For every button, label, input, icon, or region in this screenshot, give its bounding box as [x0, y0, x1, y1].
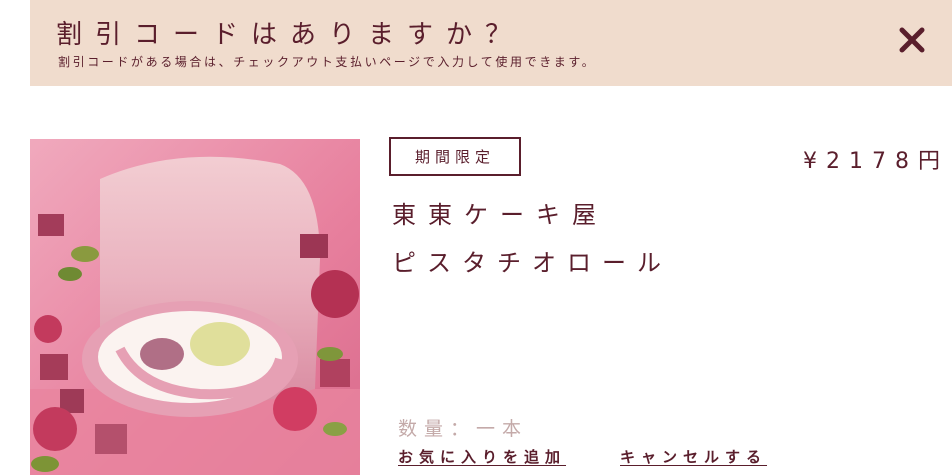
banner-subtitle: 割引コードがある場合は、チェックアウト支払いページで入力して使用できます。 — [58, 55, 597, 69]
limited-time-badge: 期間限定 — [389, 137, 521, 176]
shop-name: 東東ケーキ屋 — [392, 201, 608, 229]
product-name: ピスタチオロール — [392, 249, 672, 277]
add-favorite-link[interactable]: お気に入りを追加 — [398, 446, 566, 467]
discount-banner: 割引コードはありますか？ 割引コードがある場合は、チェックアウト支払いページで入… — [30, 0, 952, 86]
product-image — [30, 139, 360, 475]
quantity-label: 数量：一本 — [398, 418, 529, 440]
product-price: ¥2178円 — [803, 149, 949, 174]
cancel-link[interactable]: キャンセルする — [620, 446, 767, 467]
close-icon[interactable] — [896, 24, 928, 56]
banner-title: 割引コードはありますか？ — [56, 20, 525, 50]
